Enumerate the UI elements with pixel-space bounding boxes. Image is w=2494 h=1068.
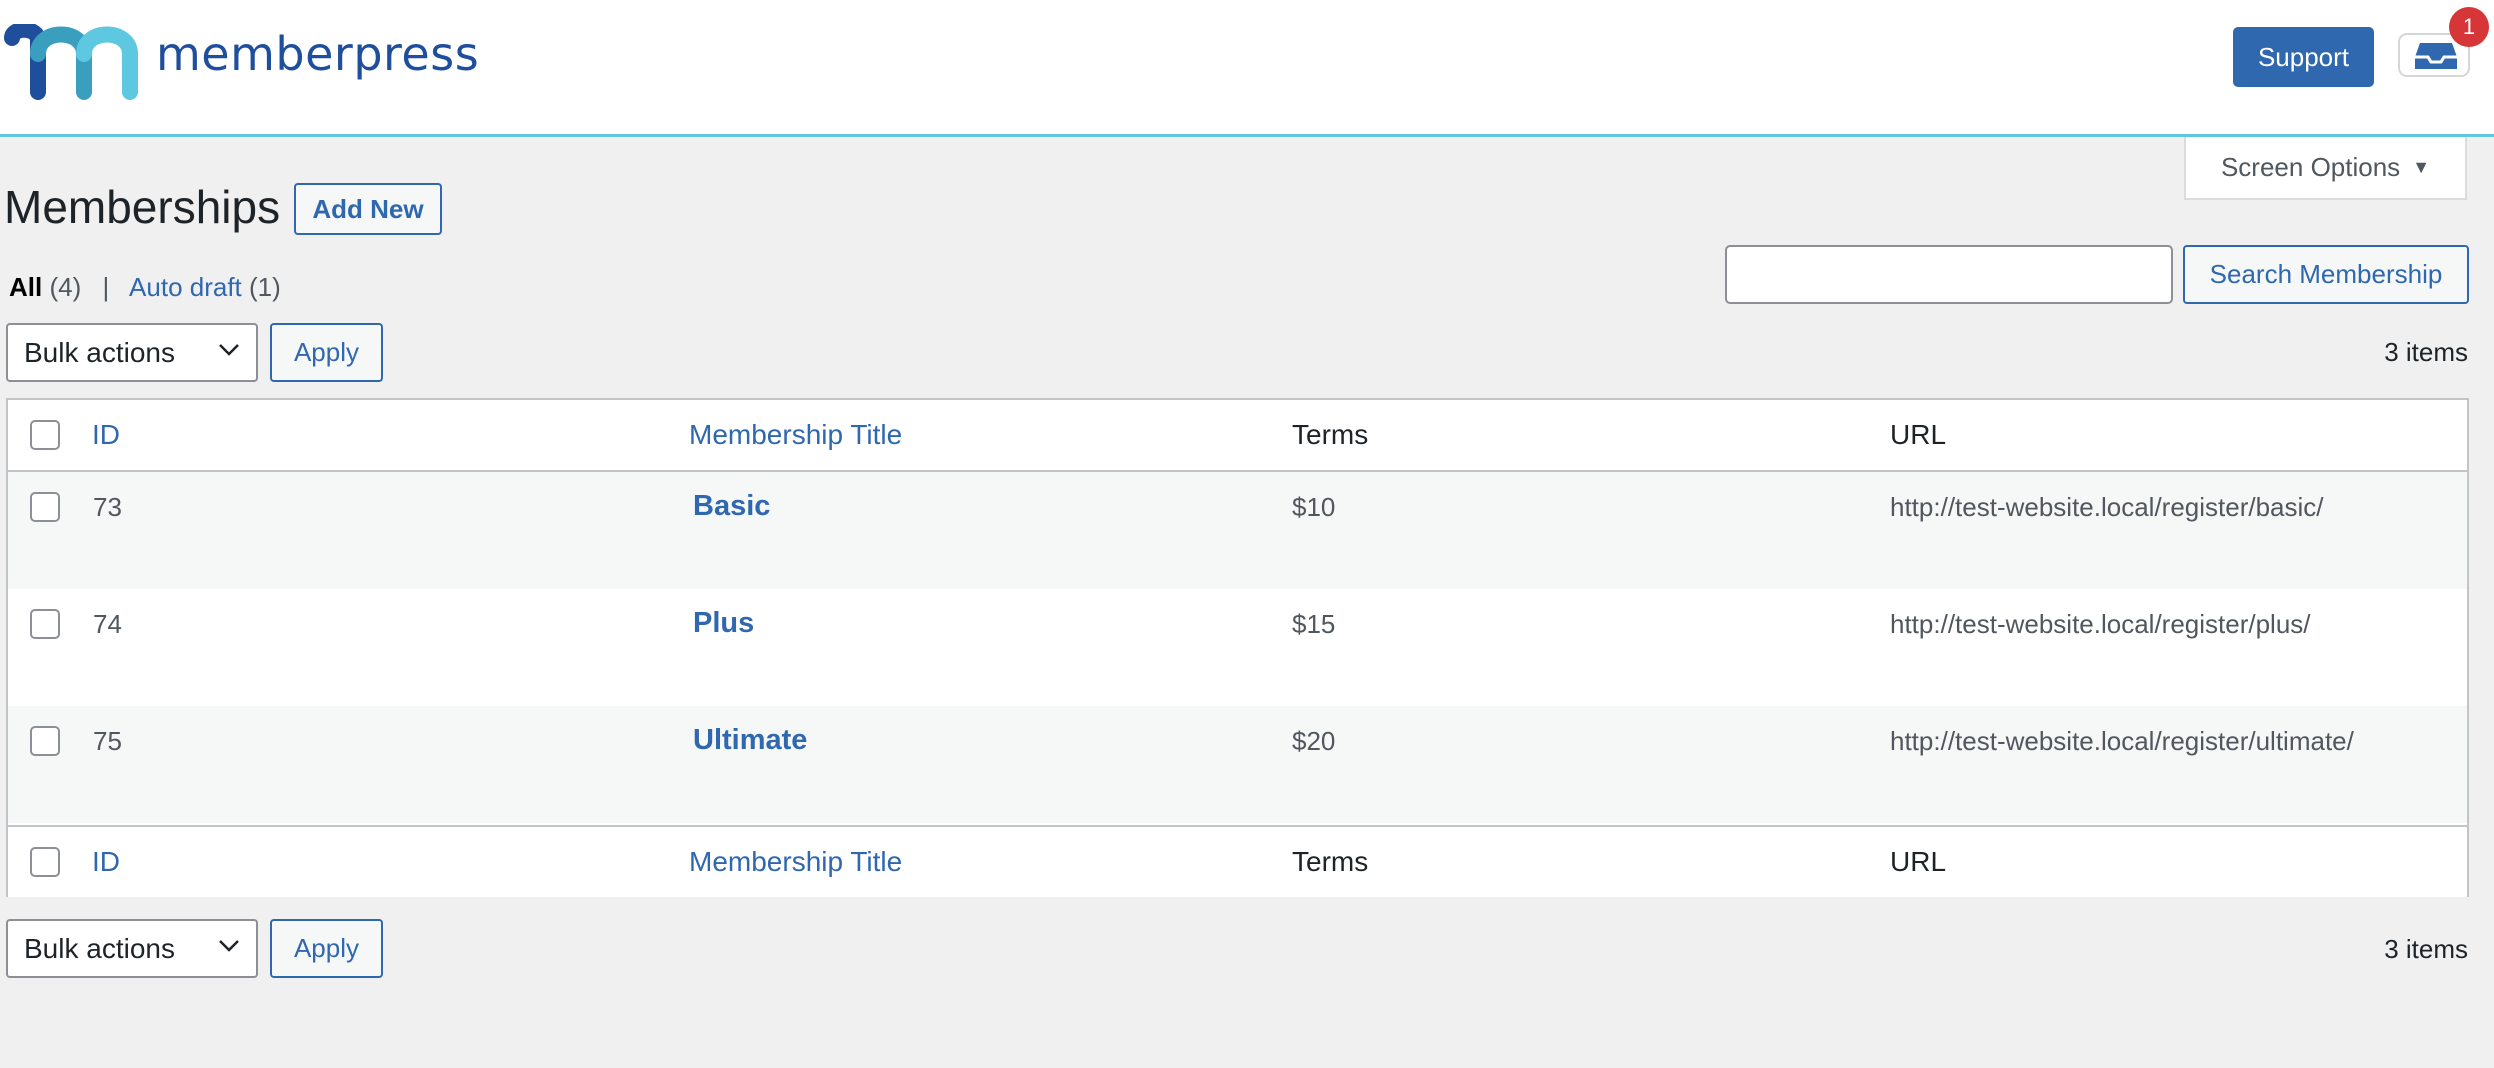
top-header: memberpress Support 1 — [0, 0, 2494, 137]
column-header-terms: Terms — [1292, 419, 1369, 450]
row-checkbox[interactable] — [30, 609, 60, 639]
page-title: Memberships — [4, 181, 281, 233]
column-footer-title[interactable]: Membership Title — [689, 846, 902, 878]
memberpress-logo[interactable] — [4, 24, 144, 102]
table-header: ID Membership Title Terms URL — [8, 400, 2467, 472]
column-footer-id[interactable]: ID — [92, 846, 120, 878]
items-count: 3 items — [2384, 337, 2468, 367]
table-row: 75 Ultimate $20 http://test-website.loca… — [8, 706, 2467, 823]
bulk-actions-select[interactable]: Bulk actions — [6, 323, 258, 382]
row-url: http://test-website.local/register/plus/ — [1890, 609, 2311, 639]
filter-separator: | — [102, 272, 110, 302]
add-new-button[interactable]: Add New — [294, 183, 442, 235]
row-title-link[interactable]: Plus — [693, 607, 754, 640]
brand-name: memberpress — [156, 27, 480, 81]
filter-all[interactable]: All — [9, 272, 42, 302]
row-id: 74 — [93, 609, 122, 639]
items-count-bottom: 3 items — [2384, 934, 2468, 964]
memberships-table: ID Membership Title Terms URL 73 Basic $… — [6, 398, 2469, 897]
filter-all-count: (4) — [49, 272, 82, 302]
column-header-url: URL — [1890, 419, 1947, 450]
column-header-title[interactable]: Membership Title — [689, 419, 902, 451]
column-footer-url: URL — [1890, 846, 1947, 877]
filter-auto-draft-count: (1) — [249, 272, 281, 302]
bulk-actions-value: Bulk actions — [24, 932, 175, 964]
column-header-id[interactable]: ID — [92, 419, 120, 451]
screen-options-toggle[interactable]: Screen Options ▼ — [2184, 137, 2467, 200]
chevron-down-icon — [219, 940, 239, 952]
logo-mark-icon — [4, 24, 138, 100]
table-row: 73 Basic $10 http://test-website.local/r… — [8, 472, 2467, 589]
inbox-icon — [2415, 43, 2457, 69]
apply-button[interactable]: Apply — [270, 323, 383, 382]
table-footer: ID Membership Title Terms URL — [8, 825, 2467, 897]
select-all-checkbox-footer[interactable] — [30, 847, 60, 877]
search-button[interactable]: Search Membership — [2183, 245, 2469, 304]
apply-button-bottom[interactable]: Apply — [270, 919, 383, 978]
screen-options-label: Screen Options — [2220, 152, 2401, 182]
search-input[interactable] — [1725, 245, 2173, 304]
notification-badge: 1 — [2449, 7, 2489, 47]
table-row: 74 Plus $15 http://test-website.local/re… — [8, 589, 2467, 706]
row-checkbox[interactable] — [30, 726, 60, 756]
caret-down-icon: ▼ — [2412, 157, 2431, 177]
row-terms: $20 — [1292, 726, 1336, 756]
row-title-link[interactable]: Basic — [693, 490, 770, 523]
row-url: http://test-website.local/register/basic… — [1890, 492, 2324, 522]
support-button[interactable]: Support — [2233, 27, 2374, 87]
row-id: 73 — [93, 492, 122, 522]
filter-auto-draft[interactable]: Auto draft — [129, 272, 242, 302]
row-terms: $10 — [1292, 492, 1336, 522]
row-url: http://test-website.local/register/ultim… — [1890, 726, 2354, 756]
row-title-link[interactable]: Ultimate — [693, 724, 807, 757]
chevron-down-icon — [219, 344, 239, 356]
bulk-actions-value: Bulk actions — [24, 336, 175, 368]
row-checkbox[interactable] — [30, 492, 60, 522]
row-terms: $15 — [1292, 609, 1336, 639]
select-all-checkbox[interactable] — [30, 420, 60, 450]
row-id: 75 — [93, 726, 122, 756]
status-filters: All (4) | Auto draft (1) — [9, 272, 281, 303]
bulk-actions-select-bottom[interactable]: Bulk actions — [6, 919, 258, 978]
column-footer-terms: Terms — [1292, 846, 1369, 877]
